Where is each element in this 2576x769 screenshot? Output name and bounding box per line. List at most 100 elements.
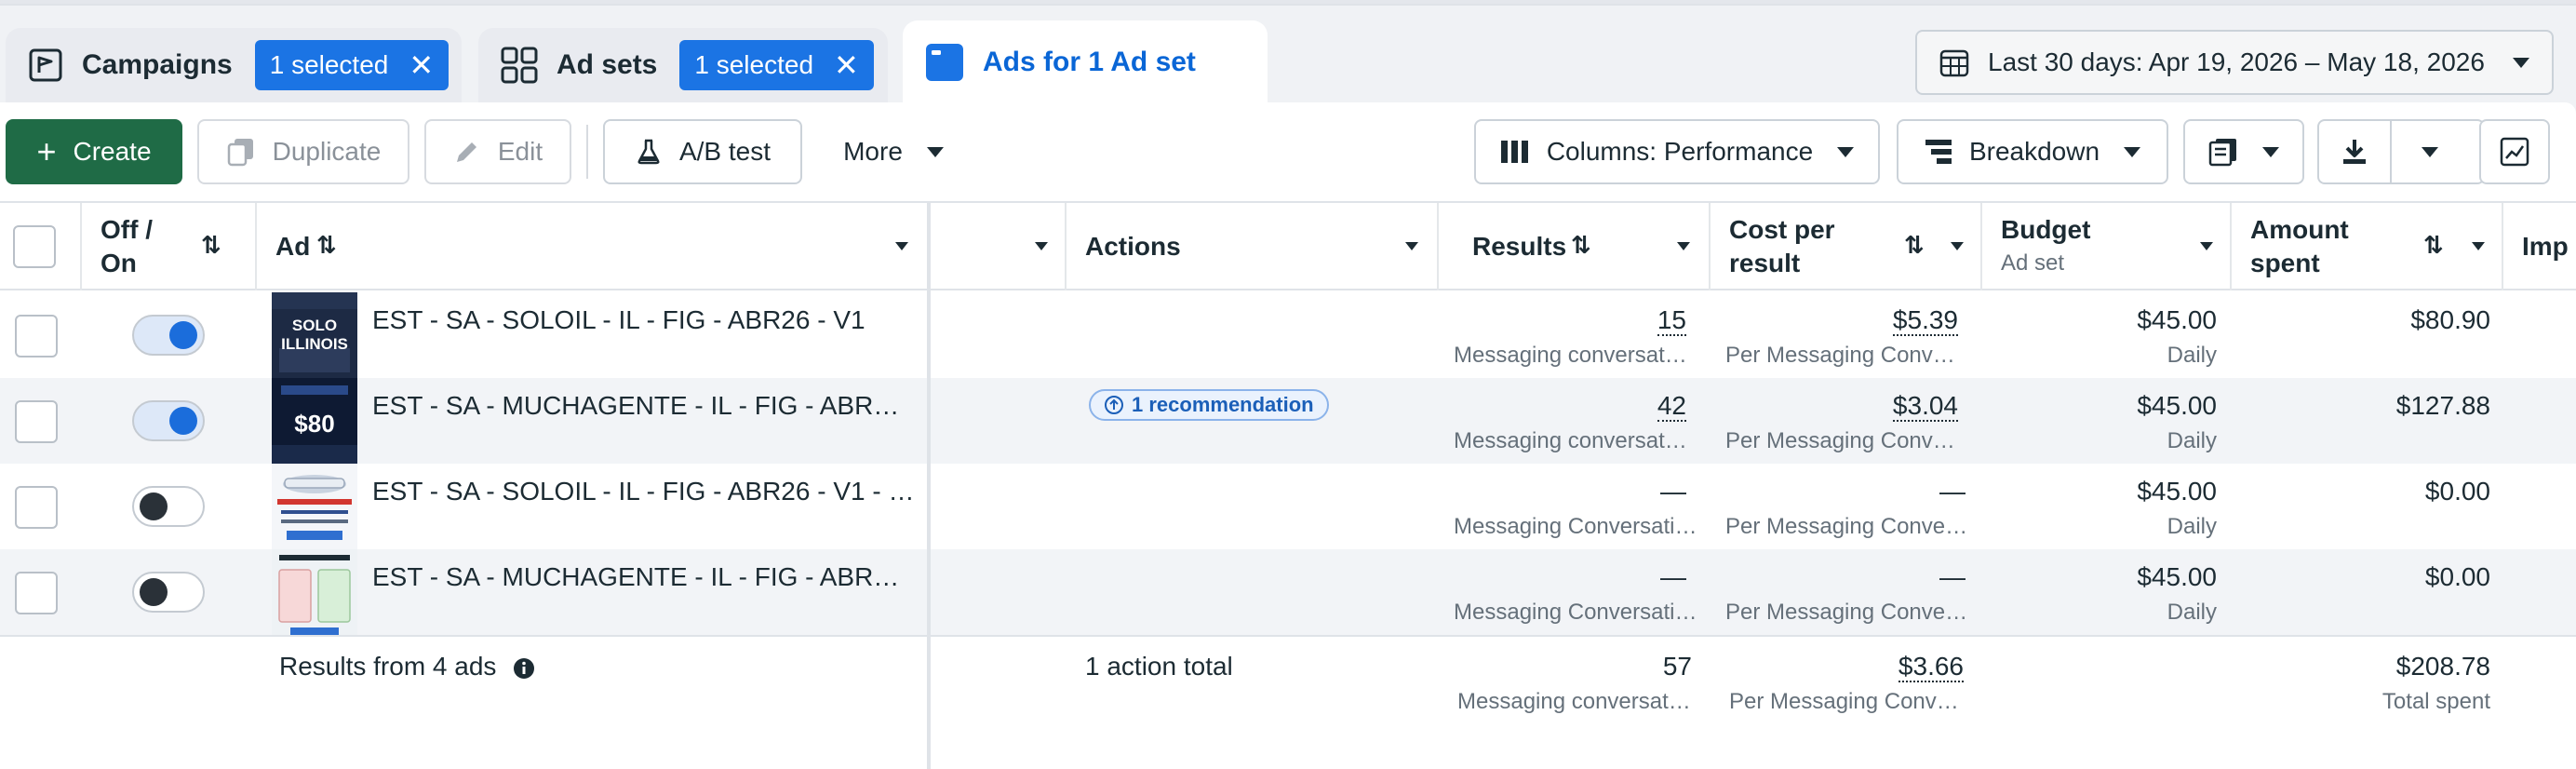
table-row[interactable]: EST - SA - SOLOIL - IL - FIG - ABR26 - V… <box>0 464 2576 549</box>
header-off-on[interactable]: Off / On ⇅ <box>82 203 257 290</box>
budget-value: $45.00 <box>2137 391 2217 420</box>
ad-name[interactable]: EST - SA - MUCHAGENTE - IL - FIG - ABR… <box>372 391 899 421</box>
ad-name[interactable]: EST - SA - MUCHAGENTE - IL - FIG - ABR… <box>372 562 899 592</box>
chevron-down-icon[interactable] <box>1951 242 1964 250</box>
table-row[interactable]: EST - SA - MUCHAGENTE - IL - FIG - ABR… … <box>0 549 2576 635</box>
sort-icon[interactable]: ⇅ <box>1904 231 1925 260</box>
header-amount-spent[interactable]: Amount spent ⇅ <box>2232 203 2503 290</box>
header-results-label: Results <box>1472 232 1567 261</box>
chevron-down-icon[interactable] <box>1035 242 1048 250</box>
breakdown-button[interactable]: Breakdown <box>1897 119 2168 184</box>
header-ad[interactable]: Ad ⇅ <box>257 203 929 290</box>
adsets-selected-badge[interactable]: 1 selected ✕ <box>679 40 874 90</box>
sort-icon[interactable]: ⇅ <box>2423 231 2444 260</box>
total-results-value: 57 <box>1662 652 1692 681</box>
results-type: Messaging Conversati… <box>1454 600 1697 625</box>
chevron-down-icon[interactable] <box>1405 242 1418 250</box>
toggle-knob <box>169 407 197 435</box>
ad-thumbnail[interactable]: $80 <box>272 378 357 464</box>
header-amount-spent-label: Amount spent <box>2250 215 2349 277</box>
ad-thumbnail[interactable] <box>272 464 357 549</box>
close-icon[interactable]: ✕ <box>834 50 859 80</box>
table-header: Off / On ⇅ Ad ⇅ Actions Results ⇅ Cost p… <box>0 201 2576 290</box>
budget-period: Daily <box>2167 428 2217 453</box>
header-impressions[interactable]: Imp <box>2503 203 2576 290</box>
row-checkbox[interactable] <box>15 572 58 614</box>
actions-total: 1 action total <box>1085 652 1233 681</box>
total-spent-value: $208.78 <box>2395 652 2490 681</box>
results-value[interactable]: 15 <box>1657 305 1686 336</box>
table-summary-row: Results from 4 ads 1 action total 57 Mes… <box>0 635 2576 769</box>
row-checkbox[interactable] <box>15 400 58 443</box>
header-impressions-label: Imp <box>2522 232 2569 261</box>
download-icon[interactable] <box>2319 121 2392 182</box>
header-select-all <box>0 203 82 290</box>
flask-icon <box>635 138 663 166</box>
table-row[interactable]: SOLO ILLINOIS EST - SA - SOLOIL - IL - F… <box>0 292 2576 378</box>
reports-button[interactable] <box>2183 119 2304 184</box>
view-charts-button[interactable] <box>2479 119 2550 184</box>
cost-value[interactable]: $3.04 <box>1892 391 1958 422</box>
columns-button[interactable]: Columns: Performance <box>1474 119 1880 184</box>
cost-value[interactable]: $5.39 <box>1892 305 1958 336</box>
create-button[interactable]: + Create <box>6 119 182 184</box>
recommendation-pill[interactable]: 1 recommendation <box>1089 389 1329 421</box>
tab-ads-label: Ads for 1 Ad set <box>983 47 1196 77</box>
sort-icon[interactable]: ⇅ <box>201 231 221 260</box>
header-actions[interactable]: Actions <box>1067 203 1439 290</box>
total-cost-type: Per Messaging Conv… <box>1729 689 1959 714</box>
ad-thumbnail[interactable] <box>272 549 357 635</box>
total-cost-value[interactable]: $3.66 <box>1898 652 1964 682</box>
ad-thumbnail[interactable]: SOLO ILLINOIS <box>272 292 357 378</box>
tab-ads[interactable]: Ads for 1 Ad set <box>903 20 1268 104</box>
budget-value: $45.00 <box>2137 305 2217 334</box>
header-results[interactable]: Results ⇅ <box>1439 203 1711 290</box>
results-value: — <box>1660 477 1686 506</box>
campaigns-selected-badge[interactable]: 1 selected ✕ <box>254 40 449 90</box>
amount-spent-value: $0.00 <box>2424 562 2490 591</box>
ad-toggle[interactable] <box>132 315 205 356</box>
chevron-down-icon[interactable] <box>2200 242 2213 250</box>
ad-toggle[interactable] <box>132 400 205 441</box>
date-range-picker[interactable]: Last 30 days: Apr 19, 2026 – May 18, 202… <box>1915 30 2554 95</box>
ad-name[interactable]: EST - SA - SOLOIL - IL - FIG - ABR26 - V… <box>372 305 865 335</box>
sort-icon[interactable]: ⇅ <box>316 231 337 260</box>
header-off-on-label: Off / On <box>101 215 153 277</box>
table-row[interactable]: $80 EST - SA - MUCHAGENTE - IL - FIG - A… <box>0 378 2576 464</box>
row-checkbox[interactable] <box>15 486 58 529</box>
campaigns-selected-text: 1 selected <box>269 50 389 79</box>
close-icon[interactable]: ✕ <box>409 50 434 80</box>
ad-toggle[interactable] <box>132 572 205 613</box>
ads-icon <box>925 43 964 82</box>
duplicate-button[interactable]: Duplicate <box>197 119 409 184</box>
chevron-down-icon[interactable] <box>2472 242 2485 250</box>
budget-value: $45.00 <box>2137 477 2217 506</box>
header-cost-per-result[interactable]: Cost per result ⇅ <box>1711 203 1982 290</box>
tab-adsets[interactable]: Ad sets 1 selected ✕ <box>478 28 888 102</box>
row-checkbox[interactable] <box>15 315 58 358</box>
header-budget[interactable]: Budget Ad set <box>1982 203 2232 290</box>
sort-icon[interactable]: ⇅ <box>1571 231 1591 260</box>
ab-test-button[interactable]: A/B test <box>603 119 802 184</box>
plus-icon: + <box>36 132 57 170</box>
export-button[interactable] <box>2317 119 2485 184</box>
chevron-down-icon[interactable] <box>895 242 908 250</box>
chevron-down-icon[interactable] <box>2422 146 2438 157</box>
date-range-label: Last 30 days: Apr 19, 2026 – May 18, 202… <box>1988 47 2485 76</box>
header-hidden-column[interactable] <box>929 203 1067 290</box>
more-button[interactable]: More <box>828 119 959 184</box>
ad-name[interactable]: EST - SA - SOLOIL - IL - FIG - ABR26 - V… <box>372 477 914 506</box>
chevron-down-icon[interactable] <box>1677 242 1690 250</box>
results-value[interactable]: 42 <box>1657 391 1686 422</box>
info-icon[interactable] <box>513 657 535 680</box>
select-all-checkbox[interactable] <box>13 225 56 268</box>
edit-button[interactable]: Edit <box>424 119 571 184</box>
ad-toggle[interactable] <box>132 486 205 527</box>
cost-value: — <box>1939 562 1966 591</box>
header-budget-sublabel: Ad set <box>2001 250 2065 276</box>
tab-adsets-label: Ad sets <box>557 49 658 80</box>
adsets-selected-text: 1 selected <box>694 50 814 79</box>
tab-campaigns[interactable]: Campaigns 1 selected ✕ <box>6 28 462 102</box>
calendar-icon <box>1939 47 1969 77</box>
frozen-columns-divider[interactable] <box>927 201 931 769</box>
